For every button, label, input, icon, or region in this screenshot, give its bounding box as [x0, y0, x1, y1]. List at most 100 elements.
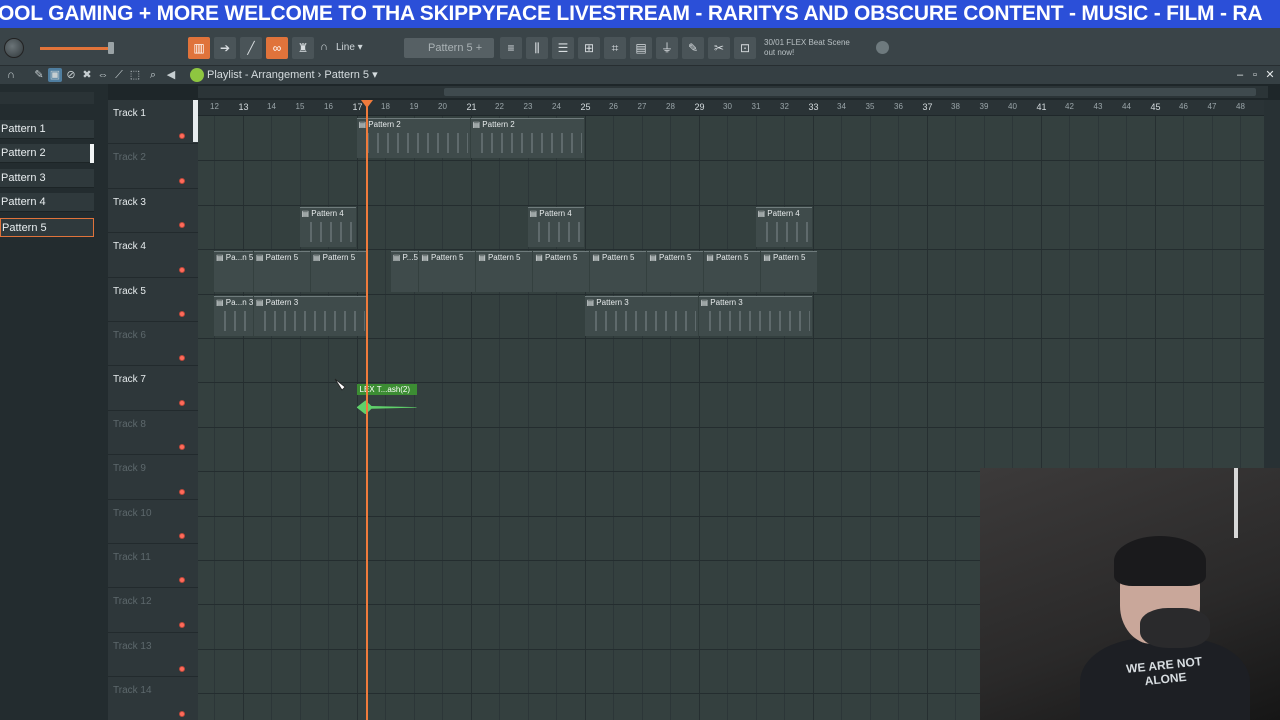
track-header[interactable]: Track 10: [108, 500, 198, 544]
mute-icon[interactable]: ✖: [80, 68, 94, 82]
pattern-clip[interactable]: ▤ Pattern 2: [356, 118, 470, 159]
shirt-print: WE ARE NOT ALONE: [1125, 654, 1203, 689]
track-mute-dot[interactable]: [179, 710, 185, 717]
track-mute-dot[interactable]: [179, 222, 185, 229]
track-header[interactable]: Track 5: [108, 278, 198, 322]
playhead[interactable]: [366, 100, 368, 720]
grid-row-line: [198, 338, 1264, 339]
volume-thumb[interactable]: [108, 42, 114, 54]
slice-icon[interactable]: ⟋: [112, 68, 126, 82]
step-icon[interactable]: ▥: [188, 37, 210, 59]
magnet-icon[interactable]: ∩: [320, 41, 330, 55]
master-volume-slider[interactable]: [40, 47, 112, 50]
graph-icon[interactable]: ╱: [240, 37, 262, 59]
timeline-ruler[interactable]: 12 13 14 15 16 17 18 19 20 21 22 23 24 25 26 27 28 29 30 31…: [198, 100, 1268, 116]
plug-icon[interactable]: ⏚: [656, 37, 678, 59]
grid-bar-line: [955, 116, 956, 720]
track-mute-dot[interactable]: [179, 488, 185, 495]
track-header[interactable]: Track 1: [108, 100, 198, 145]
minimize-icon[interactable]: –: [1234, 68, 1246, 82]
pattern-clip[interactable]: ▤ Pattern 3: [584, 295, 698, 336]
track-mute-dot[interactable]: [179, 133, 185, 140]
master-volume-knob[interactable]: [4, 38, 24, 58]
pattern-clip[interactable]: ▤ Pattern 5: [761, 251, 818, 292]
plugin-icon[interactable]: ⌗: [604, 37, 626, 59]
track-mute-dot[interactable]: [179, 577, 185, 584]
delete-icon[interactable]: ⊘: [64, 68, 78, 82]
clip-label: ▤ Pattern 5: [255, 253, 299, 263]
pattern-clip[interactable]: ▤ Pattern 5: [419, 251, 476, 292]
link-icon[interactable]: ∞: [266, 37, 288, 59]
pattern-clip[interactable]: ▤ Pattern 5: [704, 251, 761, 292]
tools-icon[interactable]: ✂: [708, 37, 730, 59]
stamp-icon[interactable]: ♜: [292, 37, 314, 59]
track-header[interactable]: Track 9: [108, 455, 198, 500]
close-icon[interactable]: ✕: [1264, 68, 1276, 82]
scroll-thumb[interactable]: [444, 88, 1256, 96]
track-header[interactable]: Track 3: [108, 189, 198, 234]
globe-icon[interactable]: [876, 41, 889, 54]
pattern-clip[interactable]: ▤ Pa...n 3: [214, 295, 253, 336]
track-mute-dot[interactable]: [179, 532, 185, 539]
arrow-icon[interactable]: ➔: [214, 37, 236, 59]
maximize-icon[interactable]: ▫: [1249, 68, 1261, 82]
picker-item-pattern-4[interactable]: Pattern 4: [0, 193, 94, 212]
playhead-marker[interactable]: [361, 100, 373, 108]
select-icon[interactable]: ⬚: [128, 68, 142, 82]
slip-icon[interactable]: ⇔: [96, 68, 110, 82]
pencil-icon[interactable]: ✎: [32, 68, 46, 82]
track-header[interactable]: Track 4: [108, 233, 198, 278]
track-mute-dot[interactable]: [179, 355, 185, 362]
browser-icon[interactable]: ⊞: [578, 37, 600, 59]
pattern-clip[interactable]: ▤ Pattern 5: [590, 251, 647, 292]
clip-label: ▤ Pattern 5: [592, 253, 635, 263]
pattern-clip[interactable]: ▤ P...5: [390, 251, 419, 292]
playback-icon[interactable]: ◀: [164, 68, 178, 82]
mixer-icon[interactable]: ≡: [500, 37, 522, 59]
pattern-selector[interactable]: Pattern 5 +: [404, 38, 494, 58]
track-mute-dot[interactable]: [179, 621, 185, 628]
pattern-clip[interactable]: ▤ Pa...n 5: [214, 251, 253, 292]
track-header[interactable]: Track 8: [108, 411, 198, 456]
pattern-clip[interactable]: ▤ Pattern 4: [755, 206, 812, 248]
track-header[interactable]: Track 2: [108, 144, 198, 189]
track-header[interactable]: Track 11: [108, 544, 198, 589]
magnet-icon[interactable]: ∩: [4, 68, 18, 82]
pattern-clip[interactable]: ▤ Pattern 5: [253, 251, 310, 292]
disk-icon[interactable]: ▤: [630, 37, 652, 59]
pattern-clip[interactable]: ▤ Pattern 5: [647, 251, 704, 292]
picker-item-pattern-1[interactable]: Pattern 1: [0, 120, 94, 139]
track-header[interactable]: Track 6: [108, 322, 198, 367]
picker-item-pattern-5[interactable]: Pattern 5: [0, 218, 94, 237]
track-mute-dot[interactable]: [179, 399, 185, 406]
paint-icon[interactable]: ▣: [48, 68, 62, 82]
pattern-clip[interactable]: ▤ Pattern 5: [533, 251, 590, 292]
pattern-clip[interactable]: ▤ Pattern 3: [698, 295, 812, 336]
track-header[interactable]: Track 7: [108, 366, 198, 411]
wand-icon[interactable]: ✎: [682, 37, 704, 59]
piano-icon[interactable]: ⫼: [526, 37, 548, 59]
channel-icon[interactable]: ☰: [552, 37, 574, 59]
zoom-icon[interactable]: ⌕: [146, 68, 160, 82]
track-name: Track 12: [113, 596, 152, 608]
track-name: Track 14: [113, 685, 152, 697]
track-mute-dot[interactable]: [179, 444, 185, 451]
picker-item-pattern-3[interactable]: Pattern 3: [0, 169, 94, 188]
track-mute-dot[interactable]: [179, 177, 185, 184]
track-mute-dot[interactable]: [179, 310, 185, 317]
track-header[interactable]: Track 12: [108, 588, 198, 633]
pattern-clip[interactable]: ▤ Pattern 3: [253, 295, 367, 336]
track-mute-dot[interactable]: [179, 666, 185, 673]
pattern-clip[interactable]: ▤ Pattern 5: [476, 251, 533, 292]
picker-item-pattern-2[interactable]: Pattern 2: [0, 144, 94, 163]
cart-icon[interactable]: ⊡: [734, 37, 756, 59]
pattern-clip[interactable]: ▤ Pattern 5: [310, 251, 367, 292]
pattern-clip[interactable]: ▤ Pattern 4: [527, 206, 584, 248]
track-mute-dot[interactable]: [179, 266, 185, 273]
track-header[interactable]: Track 14: [108, 677, 198, 720]
pattern-clip[interactable]: ▤ Pattern 2: [470, 118, 584, 159]
track-header[interactable]: Track 13: [108, 633, 198, 678]
news-panel[interactable]: 30/01 FLEX Beat Scene out now!: [764, 38, 874, 60]
pattern-clip[interactable]: ▤ Pattern 4: [299, 206, 356, 248]
grid-bar-line: [385, 116, 386, 720]
